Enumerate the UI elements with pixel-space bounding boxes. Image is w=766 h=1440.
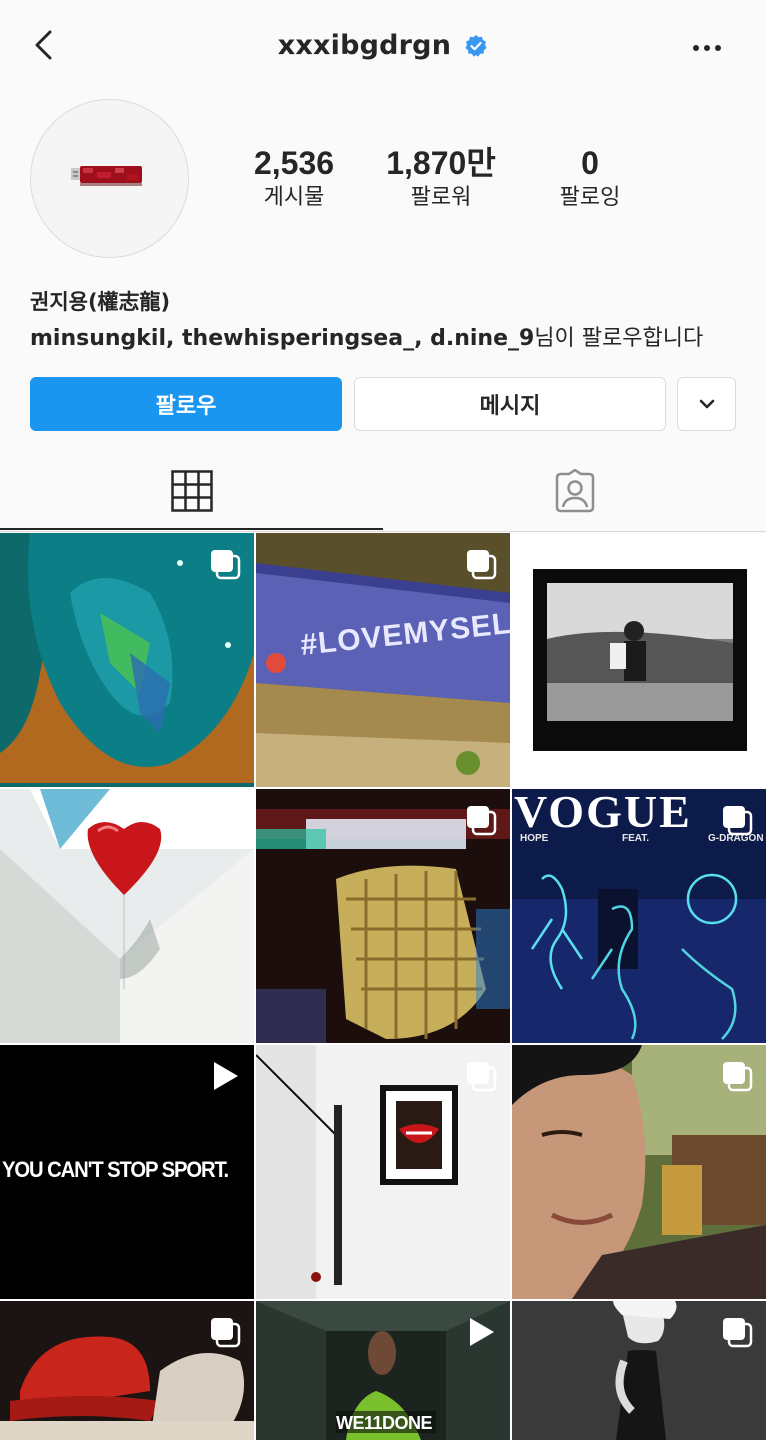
post-tile[interactable]: [256, 789, 510, 1043]
carousel-icon: [723, 1318, 753, 1348]
tab-tagged[interactable]: [383, 452, 766, 530]
following-label: 팔로잉: [559, 185, 621, 210]
post-subtext: FEAT.: [622, 833, 650, 844]
followed-by-text[interactable]: minsungkil, thewhisperingsea_, d.nine_9님…: [30, 320, 703, 352]
message-button[interactable]: 메시지: [354, 377, 666, 431]
post-tile[interactable]: [512, 1045, 766, 1299]
top-bar: xxxibgdrgn: [0, 0, 766, 96]
tab-posts-grid[interactable]: [0, 452, 383, 530]
video-icon: [470, 1318, 494, 1346]
tagged-person-icon: [555, 469, 594, 513]
carousel-icon: [467, 806, 497, 836]
stat-followers[interactable]: 1,870만 팔로워: [376, 144, 506, 214]
posts-label: 게시물: [263, 185, 325, 210]
carousel-icon: [211, 1318, 241, 1348]
posts-count: 2,536: [253, 145, 335, 181]
grid-icon: [170, 470, 213, 512]
carousel-icon: [723, 1062, 753, 1092]
display-name: 권지용(權志龍): [30, 290, 171, 314]
suggestions-dropdown-button[interactable]: [677, 377, 736, 431]
profile-avatar[interactable]: [30, 99, 189, 258]
verified-badge-icon: [465, 34, 487, 57]
post-tile[interactable]: YOU CAN'T STOP SPORT.: [0, 1045, 254, 1299]
post-tile[interactable]: [256, 1045, 510, 1299]
post-tile[interactable]: #LOVEMYSELF: [256, 533, 510, 787]
post-tile[interactable]: [0, 1301, 254, 1440]
follow-button[interactable]: 팔로우: [30, 377, 342, 431]
post-subtext: HOPE: [520, 833, 549, 844]
profile-tabs: [0, 452, 766, 532]
post-caption-text: WE11DONE: [336, 1413, 433, 1433]
followers-count: 1,870만: [386, 145, 496, 181]
post-tile[interactable]: WE11DONE: [256, 1301, 510, 1440]
post-image: [512, 533, 766, 787]
video-icon: [214, 1062, 238, 1090]
chevron-down-icon: [699, 399, 714, 409]
active-tab-indicator: [0, 528, 383, 530]
usb-drive-avatar: [71, 166, 142, 186]
post-tile[interactable]: [512, 533, 766, 787]
carousel-icon: [723, 806, 753, 836]
post-tile[interactable]: VOGUE HOPE FEAT. G-DRAGON: [512, 789, 766, 1043]
more-horizontal-icon: [693, 45, 721, 51]
carousel-icon: [467, 550, 497, 580]
carousel-icon: [467, 1062, 497, 1092]
more-options-button[interactable]: [690, 36, 726, 60]
post-caption-text: VOGUE: [514, 789, 692, 837]
followed-by-names[interactable]: minsungkil, thewhisperingsea_, d.nine_9: [30, 326, 534, 351]
title-wrap: xxxibgdrgn: [0, 30, 766, 61]
followed-by-suffix: 님이 팔로우합니다: [534, 326, 704, 351]
carousel-icon: [211, 806, 241, 836]
post-tile[interactable]: [0, 789, 254, 1043]
stat-posts[interactable]: 2,536 게시물: [232, 144, 356, 214]
followers-label: 팔로워: [410, 185, 472, 210]
username-title: xxxibgdrgn: [277, 30, 452, 61]
post-tile[interactable]: [0, 533, 254, 787]
post-caption-text: YOU CAN'T STOP SPORT.: [2, 1157, 229, 1182]
post-tile[interactable]: [512, 1301, 766, 1440]
stat-following[interactable]: 0 팔로잉: [530, 144, 650, 214]
following-count: 0: [581, 145, 599, 181]
posts-grid: #LOVEMYSELF VOGUE HOPE FEAT. G-DRAGON YO…: [0, 533, 766, 1440]
carousel-icon: [211, 550, 241, 580]
